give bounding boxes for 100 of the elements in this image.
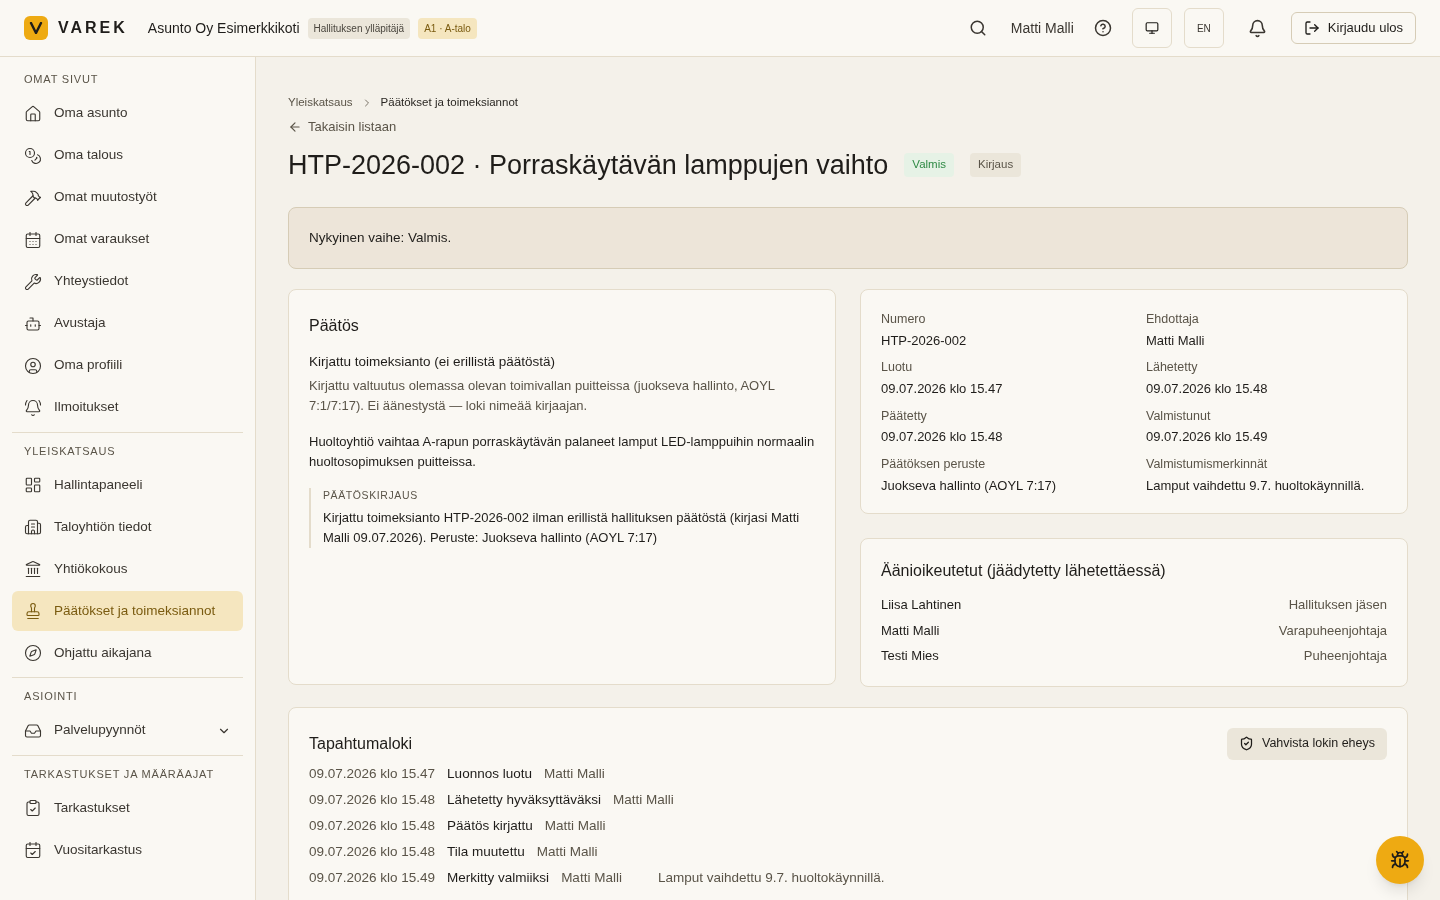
verify-log-button[interactable]: Vahvista lokin eheys: [1226, 727, 1387, 760]
detail-value: 09.07.2026 klo 15.48: [881, 428, 1004, 447]
dashboard-icon: [24, 476, 42, 494]
voter-name: Liisa Lahtinen: [881, 596, 962, 614]
log-time: 09.07.2026 klo 15.48: [309, 843, 436, 862]
user-icon: [24, 356, 42, 375]
wrench-icon: [24, 272, 42, 291]
detail-label: Päätöksen peruste: [881, 455, 987, 473]
role-badge: Hallituksen ylläpitäjä: [307, 17, 411, 39]
detail-value: Matti Malli: [1146, 331, 1206, 350]
detail-label: Valmistumismerkinnät: [1146, 455, 1269, 473]
log-actor: Matti Malli: [612, 791, 674, 810]
breadcrumb-link[interactable]: Yleiskatsaus: [288, 94, 353, 112]
log-time: 09.07.2026 klo 15.47: [309, 765, 436, 784]
notifications-icon[interactable]: [1247, 18, 1267, 38]
detail-value: Juokseva hallinto (AOYL 7:17): [881, 476, 1058, 495]
sidebar-item[interactable]: Ilmoitukset: [12, 387, 243, 428]
voter-name: Testi Mies: [881, 647, 939, 665]
decision-description: Huoltoyhtiö vaihtaa A-rapun porraskäytävän palaneet lamput LED-lamppuihin normaalin huoltosopimuksen puitteissa.: [309, 433, 815, 472]
log-event: Tila muutettu: [447, 843, 525, 862]
building-icon: [24, 518, 42, 536]
logout-icon: [1303, 20, 1320, 36]
detail-label: Ehdottaja: [1146, 311, 1200, 328]
detail-label: Numero: [881, 311, 927, 328]
sidebar-item[interactable]: Taloyhtiön tiedot: [12, 507, 243, 547]
robot-icon: [24, 314, 42, 333]
sidebar-item[interactable]: Oma profiili: [12, 345, 243, 386]
bell-icon: [24, 398, 42, 417]
sidebar-item[interactable]: Oma talous: [12, 135, 243, 176]
monitor-icon: [1144, 21, 1159, 35]
coins-icon: [24, 146, 42, 165]
language-button[interactable]: EN: [1183, 8, 1224, 48]
status-tag: Kirjaus: [970, 153, 1022, 177]
logout-button[interactable]: Kirjaudu ulos: [1290, 12, 1416, 44]
card-title: Tapahtumaloki: [309, 733, 413, 754]
log-event: Päätös kirjattu: [447, 817, 533, 836]
sidebar-item[interactable]: Omat muutostyöt: [12, 177, 243, 218]
voter-role: Puheenjohtaja: [1303, 647, 1387, 665]
card-title: Päätös: [309, 316, 360, 336]
voter-role: Hallituksen jäsen: [1288, 596, 1387, 614]
log-event: Luonnos luotu: [447, 765, 532, 784]
log-time: 09.07.2026 klo 15.49: [309, 869, 436, 888]
section-heading: YLEISKATSAUS: [23, 443, 117, 459]
section-heading: ASIOINTI: [23, 689, 79, 704]
sidebar-item[interactable]: Oma asunto: [12, 93, 243, 134]
log-note: Lamput vaihdettu 9.7. huoltokäynnillä.: [657, 869, 885, 888]
detail-value: 09.07.2026 klo 15.48: [1146, 380, 1269, 398]
house-icon: [24, 104, 42, 123]
stage-notice: Nykyinen vaihe: Valmis.: [288, 207, 1408, 269]
landmark-icon: [24, 560, 42, 578]
role-badge: A1 · A-talo: [418, 17, 477, 39]
help-icon[interactable]: [1093, 19, 1112, 37]
log-actor: Matti Malli: [536, 843, 598, 862]
search-icon[interactable]: [968, 19, 987, 37]
display-button[interactable]: [1131, 8, 1172, 48]
sidebar-item[interactable]: Yhtiökokous: [12, 549, 243, 589]
organization-name: Asunto Oy Esimerkkikoti: [147, 18, 300, 38]
breadcrumb-link[interactable]: Päätökset ja toimeksiannot: [380, 94, 518, 112]
bug-icon: [1390, 850, 1410, 870]
calendar-check-icon: [24, 841, 42, 859]
sidebar-item[interactable]: Omat varaukset: [12, 219, 243, 260]
calendar-icon: [24, 230, 42, 249]
section-heading: TARKASTUKSET JA MÄÄRÄAJAT: [23, 766, 215, 782]
log-time: 09.07.2026 klo 15.48: [309, 817, 436, 836]
detail-label: Lähetetty: [1146, 359, 1199, 377]
sidebar-item[interactable]: Tarkastukset: [12, 788, 243, 828]
clipboard-check-icon: [24, 799, 42, 817]
hammer-icon: [24, 188, 42, 207]
sidebar-item[interactable]: Hallintapaneeli: [12, 465, 243, 505]
card-title: Äänioikeutetut (jäädytetty lähetettäessä): [881, 561, 1167, 581]
shield-check-icon: [1238, 736, 1254, 751]
detail-value: HTP-2026-002: [881, 331, 968, 350]
stamp-icon: [24, 602, 42, 620]
decision-type: Kirjattu toimeksianto (ei erillistä päätöstä): [309, 353, 557, 371]
compass-icon: [24, 644, 42, 662]
back-link[interactable]: Takaisin listaan: [288, 117, 397, 137]
detail-label: Päätetty: [881, 407, 928, 425]
page-title: HTP-2026-002 · Porraskäytävän lamppujen vaihto: [288, 149, 889, 182]
log-event: Lähetetty hyväksyttäväksi: [447, 791, 601, 810]
sidebar-item[interactable]: Yhteystiedot: [12, 261, 243, 302]
bug-report-button[interactable]: [1376, 836, 1424, 884]
user-name[interactable]: Matti Malli: [1010, 17, 1074, 39]
detail-value: Lamput vaihdettu 9.7. huoltokäynnillä.: [1146, 476, 1366, 495]
voter-role: Varapuheenjohtaja: [1278, 621, 1387, 640]
section-heading: OMAT SIVUT: [23, 72, 100, 87]
sidebar-item[interactable]: Päätökset ja toimeksiannot: [12, 591, 243, 631]
log-time: 09.07.2026 klo 15.48: [309, 791, 436, 810]
log-actor: Matti Malli: [561, 869, 622, 888]
basis-note: Kirjattu valtuutus olemassa olevan toimivallan puitteissa (juokseva hallinto, AOYL 7:1/7:17). Ei äänestystä — loki nimeää kirjaajan.: [309, 377, 776, 416]
sidebar-item[interactable]: Palvelupyynnöt: [12, 710, 243, 751]
inbox-icon: [24, 721, 42, 740]
sidebar-item[interactable]: Avustaja: [12, 303, 243, 344]
sidebar-item[interactable]: Ohjattu aikajana: [12, 633, 243, 673]
status-tag: Valmis: [904, 153, 954, 177]
detail-label: Luotu: [881, 359, 914, 377]
logo-text: VAREK: [58, 18, 128, 38]
sidebar-item[interactable]: Vuositarkastus: [12, 830, 243, 870]
log-actor: Matti Malli: [544, 817, 606, 836]
detail-label: Valmistunut: [1146, 407, 1212, 425]
log-event: Merkitty valmiiksi: [447, 869, 550, 888]
